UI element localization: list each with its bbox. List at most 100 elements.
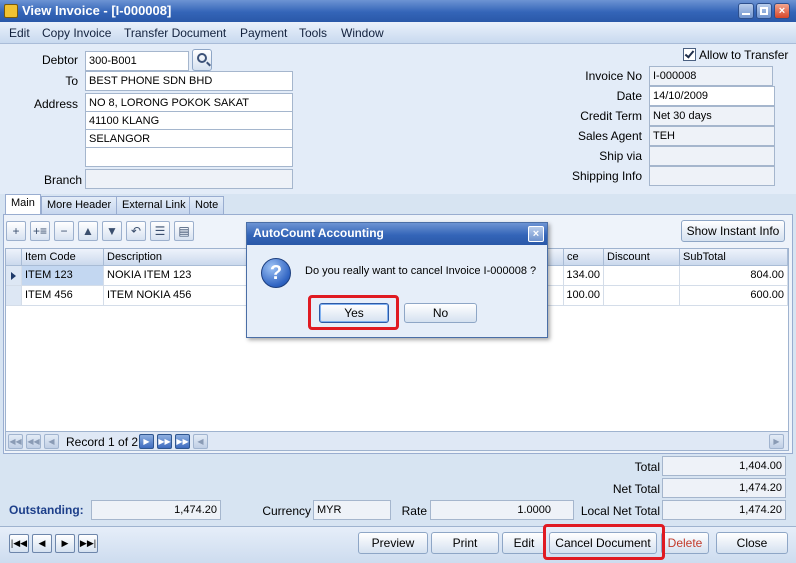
list-icon[interactable]: ☰	[150, 221, 170, 241]
outstanding-label: Outstanding:	[9, 503, 84, 517]
local-net-total-field: 1,474.20	[662, 500, 786, 520]
net-total-field: 1,474.20	[662, 478, 786, 498]
sales-agent-select[interactable]: TEH	[649, 126, 775, 146]
menu-payment[interactable]: Payment	[240, 26, 287, 40]
row-pointer-icon	[11, 272, 16, 280]
dialog-close-icon[interactable]: ×	[528, 226, 544, 242]
menu-copy-invoice[interactable]: Copy Invoice	[42, 26, 111, 40]
menu-tools[interactable]: Tools	[299, 26, 327, 40]
next-record-icon[interactable]: ▶	[139, 434, 154, 449]
minimize-icon[interactable]	[738, 3, 754, 19]
net-total-label: Net Total	[612, 482, 660, 496]
menu-edit[interactable]: Edit	[9, 26, 30, 40]
insert-row-icon[interactable]: +≡	[30, 221, 50, 241]
close-button[interactable]: Close	[716, 532, 788, 554]
record-counter: Record 1 of 2	[66, 435, 139, 449]
invoice-no-label: Invoice No	[585, 69, 642, 83]
table-row-discount[interactable]	[604, 266, 680, 286]
cancel-document-highlight	[543, 524, 665, 560]
local-net-total-label: Local Net Total	[580, 504, 660, 518]
next-page-icon[interactable]: ▶▶	[157, 434, 172, 449]
grid-indicator-header	[6, 249, 22, 266]
delete-button[interactable]: Delete	[661, 532, 709, 554]
add-row-icon[interactable]: +	[6, 221, 26, 241]
prev-record-icon[interactable]: ◀	[44, 434, 59, 449]
address-label: Address	[33, 97, 78, 111]
table-row-item-code[interactable]: ITEM 456	[22, 286, 104, 306]
question-icon: ?	[261, 258, 291, 288]
move-down-icon[interactable]: ▼	[102, 221, 122, 241]
scroll-left-icon[interactable]: ◀	[193, 434, 208, 449]
total-field: 1,404.00	[662, 456, 786, 476]
move-up-icon[interactable]: ▲	[78, 221, 98, 241]
app-icon	[4, 4, 18, 18]
credit-term-select[interactable]: Net 30 days	[649, 106, 775, 126]
shipping-info-label: Shipping Info	[571, 169, 642, 183]
tab-note[interactable]: Note	[189, 196, 225, 214]
grid-header-item-code[interactable]: Item Code	[22, 249, 104, 266]
rate-field[interactable]: 1.0000	[430, 500, 574, 520]
debtor-lookup-button[interactable]	[192, 49, 212, 71]
credit-term-label: Credit Term	[580, 109, 642, 123]
address-line-2[interactable]: 41100 KLANG	[85, 111, 293, 131]
close-icon[interactable]: ×	[774, 3, 790, 19]
prev-page-icon[interactable]: ◀◀	[26, 434, 41, 449]
tab-more-header[interactable]: More Header	[41, 196, 118, 214]
allow-transfer-checkbox[interactable]	[683, 48, 696, 61]
scroll-right-icon[interactable]: ▶	[769, 434, 784, 449]
total-label: Total	[634, 460, 660, 474]
show-instant-info-button[interactable]: Show Instant Info	[681, 220, 785, 242]
table-row-price[interactable]: 100.00	[546, 286, 604, 306]
to-label: To	[65, 74, 78, 88]
currency-field: MYR	[313, 500, 391, 520]
window-title: View Invoice - [I-000008]	[22, 3, 172, 18]
to-field[interactable]: BEST PHONE SDN BHD	[85, 71, 293, 91]
invoice-no-field[interactable]: I-000008	[649, 66, 773, 86]
table-row-price[interactable]: 134.00	[546, 266, 604, 286]
grid-header-discount[interactable]: Discount	[604, 249, 680, 266]
address-line-4[interactable]	[85, 147, 293, 167]
dialog-no-button[interactable]: No	[404, 303, 477, 323]
address-line-3[interactable]: SELANGOR	[85, 129, 293, 149]
table-row-discount[interactable]	[604, 286, 680, 306]
last-record-icon[interactable]: ▶▶	[175, 434, 190, 449]
row-indicator[interactable]	[6, 266, 22, 286]
remove-row-icon[interactable]: −	[54, 221, 74, 241]
next-document-icon[interactable]: ▶	[55, 534, 75, 553]
preview-button[interactable]: Preview	[358, 532, 428, 554]
yes-button-highlight	[308, 295, 399, 330]
dialog-title: AutoCount Accounting	[247, 223, 547, 245]
branch-select[interactable]	[85, 169, 293, 189]
last-document-icon[interactable]: ▶▶|	[78, 534, 98, 553]
confirm-dialog: AutoCount Accounting × ? Do you really w…	[246, 222, 548, 338]
date-field[interactable]: 14/10/2009	[649, 86, 775, 106]
detail-list-icon[interactable]: ▤	[174, 221, 194, 241]
grid-header-subtotal[interactable]: SubTotal	[680, 249, 788, 266]
allow-transfer-label: Allow to Transfer	[699, 48, 789, 62]
menu-transfer-document[interactable]: Transfer Document	[124, 26, 226, 40]
undo-icon[interactable]: ↶	[126, 221, 146, 241]
shipping-info-field[interactable]	[649, 166, 775, 186]
ship-via-select[interactable]	[649, 146, 775, 166]
table-row-subtotal[interactable]: 600.00	[680, 286, 788, 306]
first-record-icon[interactable]: ◀◀	[8, 434, 23, 449]
check-icon	[684, 48, 695, 59]
table-row-item-code[interactable]: ITEM 123	[22, 266, 104, 286]
address-line-1[interactable]: NO 8, LORONG POKOK SAKAT	[85, 93, 293, 113]
tab-external-link[interactable]: External Link	[116, 196, 192, 214]
row-indicator[interactable]	[6, 286, 22, 306]
print-button[interactable]: Print	[431, 532, 499, 554]
prev-document-icon[interactable]: ◀	[32, 534, 52, 553]
debtor-label: Debtor	[41, 53, 78, 67]
grid-header-price[interactable]: ce	[564, 249, 604, 266]
menu-window[interactable]: Window	[341, 26, 384, 40]
debtor-field[interactable]: 300-B001	[85, 51, 189, 71]
table-row-subtotal[interactable]: 804.00	[680, 266, 788, 286]
maximize-icon[interactable]	[756, 3, 772, 19]
edit-button[interactable]: Edit	[502, 532, 546, 554]
rate-label: Rate	[401, 504, 427, 518]
window-titlebar: View Invoice - [I-000008] ×	[0, 0, 796, 22]
tab-main[interactable]: Main	[5, 194, 41, 215]
first-document-icon[interactable]: |◀◀	[9, 534, 29, 553]
ship-via-label: Ship via	[599, 149, 642, 163]
